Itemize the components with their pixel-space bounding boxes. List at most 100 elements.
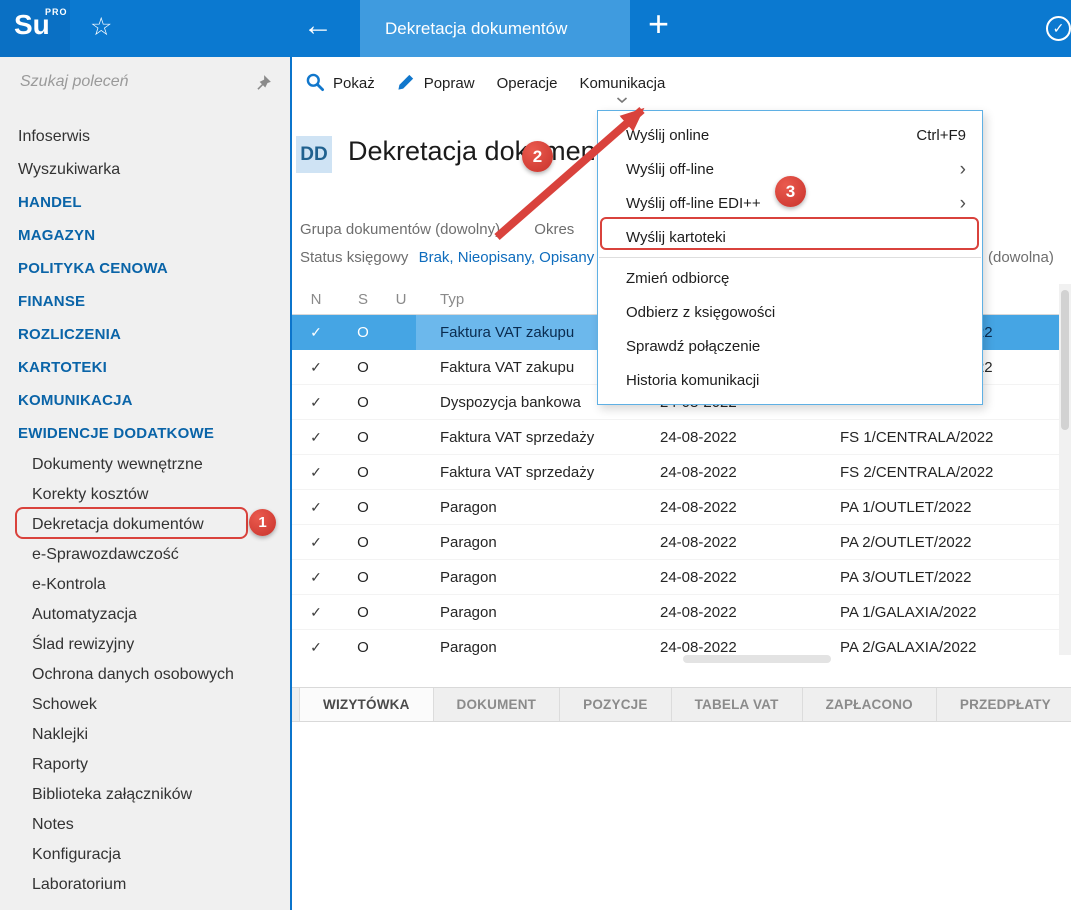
cell-s: O: [340, 499, 386, 516]
command-search[interactable]: Szukaj poleceń: [0, 57, 290, 110]
filter-period[interactable]: Okres: [534, 221, 574, 238]
filter-group[interactable]: Grupa dokumentów (dowolny): [300, 221, 500, 238]
sidebar-item-ślad-rewizyjny[interactable]: Ślad rewizyjny: [0, 630, 290, 660]
menu-item-label: Odbierz z księgowości: [626, 304, 966, 321]
cell-n: ✓: [292, 394, 340, 411]
sidebar-item-handel[interactable]: HANDEL: [0, 186, 290, 219]
cell-s: O: [340, 604, 386, 621]
menu-item-wyślij-online[interactable]: Wyślij onlineCtrl+F9: [598, 118, 982, 152]
back-arrow-icon[interactable]: ←: [303, 9, 333, 43]
vertical-scrollbar[interactable]: [1059, 284, 1071, 655]
tab-przedpłaty[interactable]: PRZEDPŁATY: [937, 688, 1071, 721]
menu-item-wyślij-kartoteki[interactable]: Wyślij kartoteki: [598, 220, 982, 254]
table-row[interactable]: ✓OFaktura VAT sprzedaży24-08-2022FS 1/CE…: [292, 420, 1071, 455]
cell-type: Faktura VAT sprzedaży: [416, 464, 636, 481]
cell-type: Paragon: [416, 639, 636, 656]
header-u[interactable]: U: [386, 291, 416, 308]
pokaz-button[interactable]: Pokaż: [294, 57, 386, 110]
header-n[interactable]: N: [292, 291, 340, 308]
horizontal-scrollbar-thumb[interactable]: [683, 655, 831, 663]
sidebar-item-e-kontrola[interactable]: e-Kontrola: [0, 570, 290, 600]
sidebar: Szukaj poleceń InfoserwisWyszukiwarkaHAN…: [0, 57, 290, 910]
cell-s: O: [340, 324, 386, 341]
cell-date: 24-08-2022: [636, 569, 840, 586]
table-row[interactable]: ✓OParagon24-08-2022PA 1/GALAXIA/2022: [292, 595, 1071, 630]
detail-tabs: WIZYTÓWKADOKUMENTPOZYCJETABELA VATZAPŁAC…: [292, 687, 1071, 722]
cell-n: ✓: [292, 359, 340, 376]
sidebar-nav: InfoserwisWyszukiwarkaHANDELMAGAZYNPOLIT…: [0, 110, 290, 900]
sidebar-item-biblioteka-załączników[interactable]: Biblioteka załączników: [0, 780, 290, 810]
sidebar-item-raporty[interactable]: Raporty: [0, 750, 290, 780]
sidebar-item-kartoteki[interactable]: KARTOTEKI: [0, 351, 290, 384]
menu-item-zmień-odbiorcę[interactable]: Zmień odbiorcę: [598, 261, 982, 295]
sidebar-item-ewidencje-dodatkowe[interactable]: EWIDENCJE DODATKOWE: [0, 417, 290, 450]
filter-row-2: Status księgowy Brak, Nieopisany, Opisan…: [300, 249, 594, 266]
sidebar-item-dekretacja-dokumentów[interactable]: Dekretacja dokumentów: [0, 510, 290, 540]
sidebar-item-infoserwis[interactable]: Infoserwis: [0, 120, 290, 153]
sidebar-item-e-sprawozdawczość[interactable]: e-Sprawozdawczość: [0, 540, 290, 570]
sidebar-item-konfiguracja[interactable]: Konfiguracja: [0, 840, 290, 870]
filter-status-value[interactable]: Brak, Nieopisany, Opisany: [419, 249, 595, 266]
annotation-step-2-badge: 2: [522, 141, 553, 172]
tab-pozycje[interactable]: POZYCJE: [560, 688, 671, 721]
annotation-step-3-badge: 3: [775, 176, 806, 207]
sidebar-item-finanse[interactable]: FINANSE: [0, 285, 290, 318]
table-row[interactable]: ✓OParagon24-08-2022PA 2/GALAXIA/2022: [292, 630, 1071, 655]
tab-dokument[interactable]: DOKUMENT: [434, 688, 561, 721]
cell-date: 24-08-2022: [636, 604, 840, 621]
tab-wizytówka[interactable]: WIZYTÓWKA: [299, 688, 434, 721]
sidebar-item-korekty-kosztów[interactable]: Korekty kosztów: [0, 480, 290, 510]
sidebar-item-dokumenty-wewnętrzne[interactable]: Dokumenty wewnętrzne: [0, 450, 290, 480]
cell-n: ✓: [292, 534, 340, 551]
logo-pro-text: PRO: [45, 7, 68, 17]
new-tab-icon[interactable]: +: [648, 3, 669, 45]
sidebar-item-wyszukiwarka[interactable]: Wyszukiwarka: [0, 153, 290, 186]
app-logo[interactable]: Su PRO: [0, 0, 70, 57]
menu-item-sprawdź-połączenie[interactable]: Sprawdź połączenie: [598, 329, 982, 363]
cell-s: O: [340, 359, 386, 376]
table-row[interactable]: ✓OParagon24-08-2022PA 1/OUTLET/2022: [292, 490, 1071, 525]
cell-type: Paragon: [416, 534, 636, 551]
status-check-icon[interactable]: ✓: [1046, 16, 1071, 41]
sidebar-item-automatyzacja[interactable]: Automatyzacja: [0, 600, 290, 630]
cell-type: Faktura VAT sprzedaży: [416, 429, 636, 446]
filter-row-1: Grupa dokumentów (dowolny) Okres: [300, 221, 574, 238]
tab-zapłacono[interactable]: ZAPŁACONO: [803, 688, 937, 721]
filter-category-value[interactable]: (dowolna): [988, 249, 1054, 266]
cell-n: ✓: [292, 464, 340, 481]
cell-date: 24-08-2022: [636, 429, 840, 446]
menu-item-odbierz-z-księgowości[interactable]: Odbierz z księgowości: [598, 295, 982, 329]
cell-date: 24-08-2022: [636, 534, 840, 551]
sidebar-item-magazyn[interactable]: MAGAZYN: [0, 219, 290, 252]
sidebar-item-komunikacja[interactable]: KOMUNIKACJA: [0, 384, 290, 417]
vertical-scrollbar-thumb[interactable]: [1061, 290, 1069, 430]
operacje-button[interactable]: Operacje: [486, 57, 569, 110]
sidebar-item-ochrona-danych-osobowych[interactable]: Ochrona danych osobowych: [0, 660, 290, 690]
sidebar-item-notes[interactable]: Notes: [0, 810, 290, 840]
menu-item-label: Wyślij off-line: [626, 161, 960, 178]
sidebar-item-rozliczenia[interactable]: ROZLICZENIA: [0, 318, 290, 351]
table-row[interactable]: ✓OParagon24-08-2022PA 3/OUTLET/2022: [292, 560, 1071, 595]
pin-icon[interactable]: [254, 74, 272, 97]
tab-tabela-vat[interactable]: TABELA VAT: [672, 688, 803, 721]
sidebar-item-laboratorium[interactable]: Laboratorium: [0, 870, 290, 900]
detail-panel: OK FZ 1/CENTRALA/2022 14-08-2022•Faktura…: [292, 722, 1071, 910]
menu-item-label: Sprawdź połączenie: [626, 338, 966, 355]
cell-type: Paragon: [416, 569, 636, 586]
menu-item-historia-komunikacji[interactable]: Historia komunikacji: [598, 363, 982, 397]
sidebar-item-schowek[interactable]: Schowek: [0, 690, 290, 720]
application-window: Su PRO ☆ ← Dekretacja dokumentów + ✓ Szu…: [0, 0, 1071, 910]
sidebar-item-naklejki[interactable]: Naklejki: [0, 720, 290, 750]
favorites-star-icon[interactable]: ☆: [90, 12, 112, 42]
table-row[interactable]: ✓OFaktura VAT sprzedaży24-08-2022FS 2/CE…: [292, 455, 1071, 490]
active-tab[interactable]: Dekretacja dokumentów: [360, 0, 630, 57]
search-icon: [305, 72, 325, 96]
header-s[interactable]: S: [340, 291, 386, 308]
cell-s: O: [340, 394, 386, 411]
komunikacja-button[interactable]: Komunikacja: [568, 57, 676, 110]
cell-type: Paragon: [416, 499, 636, 516]
cell-num: FS 1/CENTRALA/2022: [840, 429, 1071, 446]
sidebar-item-polityka-cenowa[interactable]: POLITYKA CENOWA: [0, 252, 290, 285]
popraw-button[interactable]: Popraw: [386, 57, 486, 110]
table-row[interactable]: ✓OParagon24-08-2022PA 2/OUTLET/2022: [292, 525, 1071, 560]
